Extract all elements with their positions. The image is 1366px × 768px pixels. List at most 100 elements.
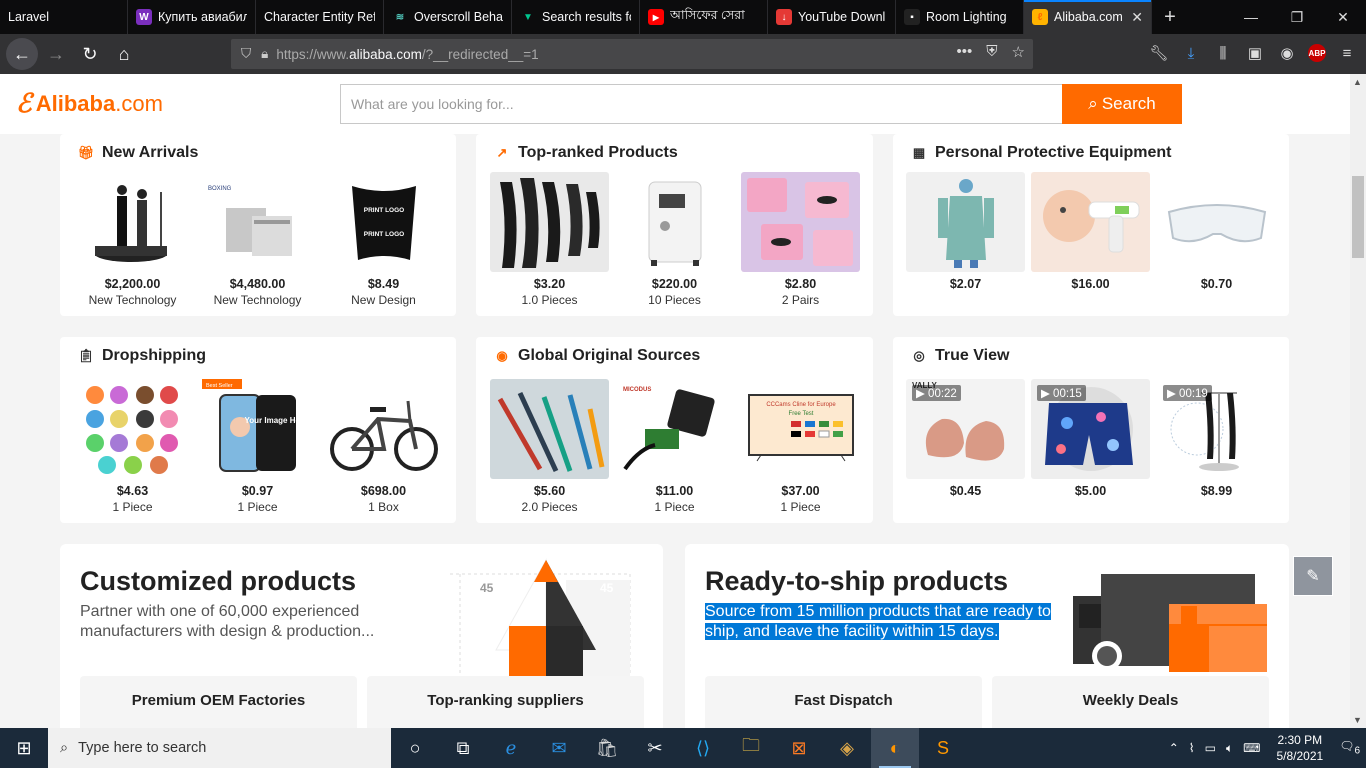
system-clock[interactable]: 2:30 PM 5/8/2021 <box>1276 732 1323 764</box>
tab-room-lighting[interactable]: ▪ Room Lighting <box>896 0 1024 34</box>
git-tool-icon[interactable]: ◈ <box>823 728 871 768</box>
search-button[interactable]: ⌕ Search <box>1062 84 1182 124</box>
vscode-icon[interactable]: ⟨⟩ <box>679 728 727 768</box>
page-actions-icon[interactable]: ••• <box>957 43 973 61</box>
taskbar-search[interactable]: ⌕ Type here to search <box>48 728 391 768</box>
mail-icon[interactable]: ✉ <box>535 728 583 768</box>
product-image[interactable] <box>1157 172 1276 272</box>
card-title[interactable]: True View <box>935 347 1009 365</box>
page-scrollbar[interactable]: ▲ ▼ <box>1350 74 1366 728</box>
firefox-icon[interactable]: ◐ <box>871 728 919 768</box>
product-image[interactable]: BOXING <box>198 172 317 272</box>
wrench-icon[interactable]: 🔧︎ <box>1148 38 1170 68</box>
tab-youtube-download[interactable]: ↓ YouTube Downl <box>768 0 896 34</box>
product-image[interactable] <box>490 379 609 479</box>
tab-laravel[interactable]: Laravel <box>0 0 128 34</box>
card-title[interactable]: Dropshipping <box>102 347 206 365</box>
product-image[interactable]: VALLY ▶ 00:22 <box>906 379 1025 479</box>
task-view-icon[interactable]: ⧉ <box>439 728 487 768</box>
product-image[interactable]: ▶ 00:19 <box>1157 379 1276 479</box>
product-item[interactable]: $4.63 1 Piece <box>73 379 192 514</box>
library-icon[interactable]: ⫼ <box>1212 38 1234 68</box>
language-icon[interactable]: ⌨ <box>1243 741 1260 755</box>
product-item[interactable]: VALLY ▶ 00:22 $0.45 <box>906 379 1025 498</box>
back-arrow-icon[interactable]: ← <box>6 38 38 70</box>
feedback-edit-icon[interactable]: ✎ <box>1293 556 1333 596</box>
network-icon[interactable]: ⌇ <box>1189 741 1195 755</box>
product-image[interactable]: MICODUS <box>615 379 734 479</box>
xampp-icon[interactable]: ⊠ <box>775 728 823 768</box>
product-image[interactable] <box>324 379 443 479</box>
scroll-up-icon[interactable]: ▲ <box>1353 77 1362 87</box>
lock-icon[interactable]: 🔒︎ <box>261 46 268 62</box>
tab-search-results[interactable]: ▼ Search results fo <box>512 0 640 34</box>
edge-icon[interactable]: ℯ <box>487 728 535 768</box>
card-title[interactable]: Top-ranked Products <box>518 144 678 162</box>
product-item[interactable]: ▶ 00:19 $8.99 <box>1157 379 1276 498</box>
minimize-icon[interactable]: — <box>1228 0 1274 34</box>
product-item[interactable]: ▶ 00:15 $5.00 <box>1031 379 1150 498</box>
card-title[interactable]: Global Original Sources <box>518 347 700 365</box>
fast-dispatch-button[interactable]: Fast Dispatch <box>705 676 982 728</box>
snip-tool-icon[interactable]: ✂ <box>631 728 679 768</box>
home-icon[interactable]: ⌂ <box>108 38 140 70</box>
product-item[interactable]: $5.60 2.0 Pieces <box>490 379 609 514</box>
product-image[interactable]: CCCams Cline for Europe Free Test <box>741 379 860 479</box>
show-hidden-icons-icon[interactable]: ⌃ <box>1169 741 1179 755</box>
product-image[interactable]: PRINT LOGO PRINT LOGO <box>324 172 443 272</box>
account-icon[interactable]: ◉ <box>1276 38 1298 68</box>
store-icon[interactable]: 🛍︎ <box>583 728 631 768</box>
product-item[interactable]: $16.00 <box>1031 172 1150 293</box>
top-ranking-suppliers-button[interactable]: Top-ranking suppliers <box>367 676 644 728</box>
close-tab-icon[interactable]: ✕ <box>1131 9 1143 26</box>
scrollbar-thumb[interactable] <box>1352 176 1364 258</box>
product-item[interactable]: BOXING $4,480.00 New Technology <box>198 172 317 307</box>
tab-youtube-bangla[interactable]: ▶ আসিফের সেরা <box>640 0 768 34</box>
url-bar[interactable]: ⛉ 🔒︎ https://www. alibaba.com/?__redirect… <box>231 39 1033 69</box>
volume-icon[interactable]: 🔈︎ <box>1226 741 1233 756</box>
restore-icon[interactable]: ❐ <box>1274 0 1320 34</box>
product-image[interactable] <box>73 172 192 272</box>
bookmark-star-icon[interactable]: ☆ <box>1012 43 1025 61</box>
alibaba-logo[interactable]: ℰ Alibaba .com <box>16 88 163 119</box>
sublime-text-icon[interactable]: S <box>919 728 967 768</box>
scroll-down-icon[interactable]: ▼ <box>1353 715 1362 725</box>
product-item[interactable]: $220.00 10 Pieces <box>615 172 734 307</box>
shield-icon[interactable]: ⛉ <box>241 46 251 62</box>
product-item[interactable]: PRINT LOGO PRINT LOGO $8.49 New Design <box>324 172 443 307</box>
product-image[interactable] <box>615 172 734 272</box>
product-image[interactable] <box>490 172 609 272</box>
product-item[interactable]: $2,200.00 New Technology <box>73 172 192 307</box>
pocket-icon[interactable]: ⛨ <box>986 43 997 61</box>
product-item[interactable]: CCCams Cline for Europe Free Test $37.00 … <box>741 379 860 514</box>
product-image[interactable] <box>741 172 860 272</box>
windows-start-icon[interactable]: ⊞ <box>0 728 48 768</box>
cortana-icon[interactable]: ○ <box>391 728 439 768</box>
menu-icon[interactable]: ≡ <box>1336 38 1358 68</box>
tab-kupit[interactable]: W Купить авиабил <box>128 0 256 34</box>
downloads-icon[interactable]: ⤓ <box>1180 38 1202 68</box>
product-image[interactable]: ▶ 00:15 <box>1031 379 1150 479</box>
product-item[interactable]: Best Seller Your Image Here $0.97 1 Piece <box>198 379 317 514</box>
new-tab-button[interactable]: + <box>1152 0 1188 34</box>
product-item[interactable]: $2.80 2 Pairs <box>741 172 860 307</box>
product-image[interactable]: Best Seller Your Image Here <box>198 379 317 479</box>
product-image[interactable] <box>73 379 192 479</box>
file-explorer-icon[interactable]: 🗀 <box>727 728 775 768</box>
reload-icon[interactable]: ↻ <box>74 38 106 70</box>
sidebar-icon[interactable]: ▣ <box>1244 38 1266 68</box>
battery-icon[interactable]: ▭ <box>1205 741 1216 755</box>
premium-oem-factories-button[interactable]: Premium OEM Factories <box>80 676 357 728</box>
weekly-deals-button[interactable]: Weekly Deals <box>992 676 1269 728</box>
ready-title[interactable]: Ready-to-ship products <box>705 566 1008 597</box>
product-image[interactable] <box>1031 172 1150 272</box>
card-title[interactable]: New Arrivals <box>102 144 198 162</box>
search-input[interactable] <box>340 84 1062 124</box>
customized-title[interactable]: Customized products <box>80 566 356 597</box>
card-title[interactable]: Personal Protective Equipment <box>935 144 1172 162</box>
product-item[interactable]: $2.07 <box>906 172 1025 293</box>
product-item[interactable]: $698.00 1 Box <box>324 379 443 514</box>
notifications-icon[interactable]: 🗨︎6 <box>1339 739 1360 756</box>
close-window-icon[interactable]: ✕ <box>1320 0 1366 34</box>
forward-arrow-icon[interactable]: → <box>40 38 72 70</box>
